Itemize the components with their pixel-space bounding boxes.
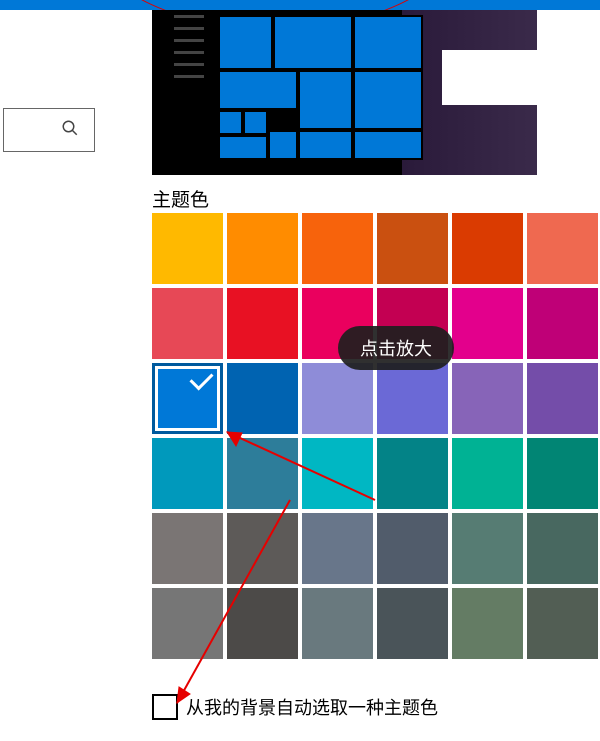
- color-swatch[interactable]: [527, 588, 598, 659]
- color-swatch[interactable]: [377, 363, 448, 434]
- color-swatch[interactable]: [377, 513, 448, 584]
- color-swatch[interactable]: [302, 438, 373, 509]
- color-swatch[interactable]: [227, 438, 298, 509]
- auto-pick-label: 从我的背景自动选取一种主题色: [186, 694, 438, 720]
- color-swatch[interactable]: [527, 513, 598, 584]
- color-swatch[interactable]: [152, 288, 223, 359]
- accent-color-grid: [152, 213, 598, 659]
- color-swatch[interactable]: [527, 438, 598, 509]
- color-swatch[interactable]: [227, 513, 298, 584]
- color-swatch[interactable]: [152, 438, 223, 509]
- color-swatch[interactable]: [302, 213, 373, 284]
- color-swatch[interactable]: [527, 363, 598, 434]
- color-swatch[interactable]: [227, 363, 298, 434]
- color-swatch[interactable]: [452, 438, 523, 509]
- color-swatch[interactable]: [302, 513, 373, 584]
- color-swatch[interactable]: [227, 288, 298, 359]
- preview-tiles: [218, 10, 423, 170]
- auto-pick-checkbox[interactable]: [152, 694, 178, 720]
- color-swatch[interactable]: [377, 588, 448, 659]
- search-icon: [61, 119, 79, 142]
- color-swatch[interactable]: [452, 363, 523, 434]
- zoom-tooltip[interactable]: 点击放大: [338, 326, 454, 370]
- color-swatch[interactable]: [302, 363, 373, 434]
- color-swatch[interactable]: [452, 288, 523, 359]
- color-swatch[interactable]: [227, 213, 298, 284]
- color-swatch[interactable]: [152, 213, 223, 284]
- preview-window: [442, 50, 537, 105]
- window-titlebar: [0, 0, 600, 10]
- color-swatch[interactable]: [377, 213, 448, 284]
- auto-pick-row: 从我的背景自动选取一种主题色: [152, 694, 438, 720]
- search-input[interactable]: [3, 108, 95, 152]
- color-swatch[interactable]: [152, 363, 223, 434]
- color-swatch[interactable]: [527, 288, 598, 359]
- color-swatch[interactable]: [152, 588, 223, 659]
- color-swatch[interactable]: [452, 213, 523, 284]
- color-swatch[interactable]: [452, 513, 523, 584]
- color-swatch[interactable]: [302, 588, 373, 659]
- accent-color-heading: 主题色: [152, 185, 209, 212]
- color-swatch[interactable]: [152, 513, 223, 584]
- color-swatch[interactable]: [227, 588, 298, 659]
- preview-menu-lines: [174, 15, 204, 78]
- color-swatch[interactable]: [377, 438, 448, 509]
- color-swatch[interactable]: [527, 213, 598, 284]
- theme-preview: [152, 10, 537, 175]
- color-swatch[interactable]: [452, 588, 523, 659]
